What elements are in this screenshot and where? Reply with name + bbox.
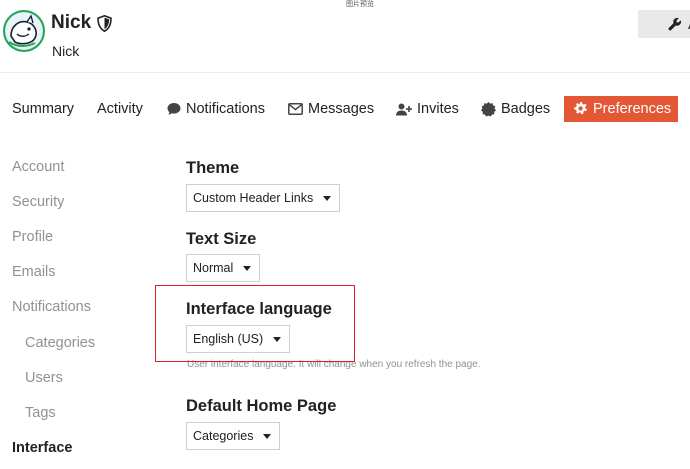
caret-down-icon	[243, 265, 252, 271]
tab-label: Activity	[97, 101, 143, 117]
sidebar-item-emails[interactable]: Emails	[12, 264, 56, 280]
tab-summary[interactable]: Summary	[12, 96, 74, 122]
sidebar-item-profile[interactable]: Profile	[12, 229, 53, 245]
badge-certificate-icon	[481, 101, 496, 116]
sidebar-item-security[interactable]: Security	[12, 194, 64, 210]
tab-label: Preferences	[593, 101, 672, 117]
default-home-page-heading: Default Home Page	[186, 397, 337, 415]
interface-language-select-value: English (US)	[193, 332, 264, 346]
caret-down-icon	[273, 336, 282, 342]
tab-label: Badges	[501, 101, 551, 117]
default-home-page-select-value: Categories	[193, 429, 254, 443]
sidebar-item-users[interactable]: Users	[25, 370, 63, 386]
gear-icon	[574, 102, 587, 115]
theme-select[interactable]: Custom Header Links	[186, 184, 341, 212]
tab-label: Messages	[308, 101, 375, 117]
default-home-page-select[interactable]: Categories	[186, 422, 281, 450]
admin-button[interactable]: A	[638, 10, 690, 38]
tab-label: Summary	[12, 101, 75, 117]
interface-language-heading: Interface language	[186, 300, 332, 318]
tab-label: Invites	[417, 101, 459, 117]
interface-language-helper: User interface language. It will change …	[187, 359, 481, 370]
speech-bubble-icon	[167, 103, 181, 115]
tab-invites[interactable]: Invites	[396, 96, 459, 122]
caret-down-icon	[323, 195, 332, 201]
theme-select-value: Custom Header Links	[193, 191, 314, 205]
sidebar-item-interface[interactable]: Interface	[12, 440, 72, 456]
tab-label: Notifications	[186, 101, 265, 117]
tab-messages[interactable]: Messages	[288, 96, 374, 122]
shield-icon	[97, 14, 112, 32]
tab-badges[interactable]: Badges	[481, 96, 550, 122]
text-size-select-value: Normal	[193, 261, 234, 275]
caret-down-icon	[263, 433, 272, 439]
tab-notifications[interactable]: Notifications	[167, 96, 265, 122]
window-caption: 图片预览	[346, 1, 374, 8]
sidebar-item-account[interactable]: Account	[12, 159, 64, 175]
envelope-icon	[288, 103, 303, 115]
sidebar-item-categories[interactable]: Categories	[25, 335, 95, 351]
wrench-icon	[668, 17, 682, 31]
user-plus-icon	[396, 103, 412, 115]
tab-activity[interactable]: Activity	[97, 96, 143, 122]
text-size-select[interactable]: Normal	[186, 254, 261, 282]
user-name: Nick	[51, 12, 92, 33]
theme-heading: Theme	[186, 159, 240, 177]
sidebar-item-tags[interactable]: Tags	[25, 405, 56, 421]
user-name-heading: Nick	[51, 12, 112, 34]
interface-language-select[interactable]: English (US)	[186, 325, 291, 353]
sidebar-item-notifications[interactable]: Notifications	[12, 299, 91, 315]
header-divider	[0, 72, 690, 73]
tab-preferences[interactable]: Preferences	[564, 96, 678, 122]
text-size-heading: Text Size	[186, 230, 257, 248]
avatar[interactable]	[3, 10, 45, 52]
username: Nick	[52, 43, 80, 59]
